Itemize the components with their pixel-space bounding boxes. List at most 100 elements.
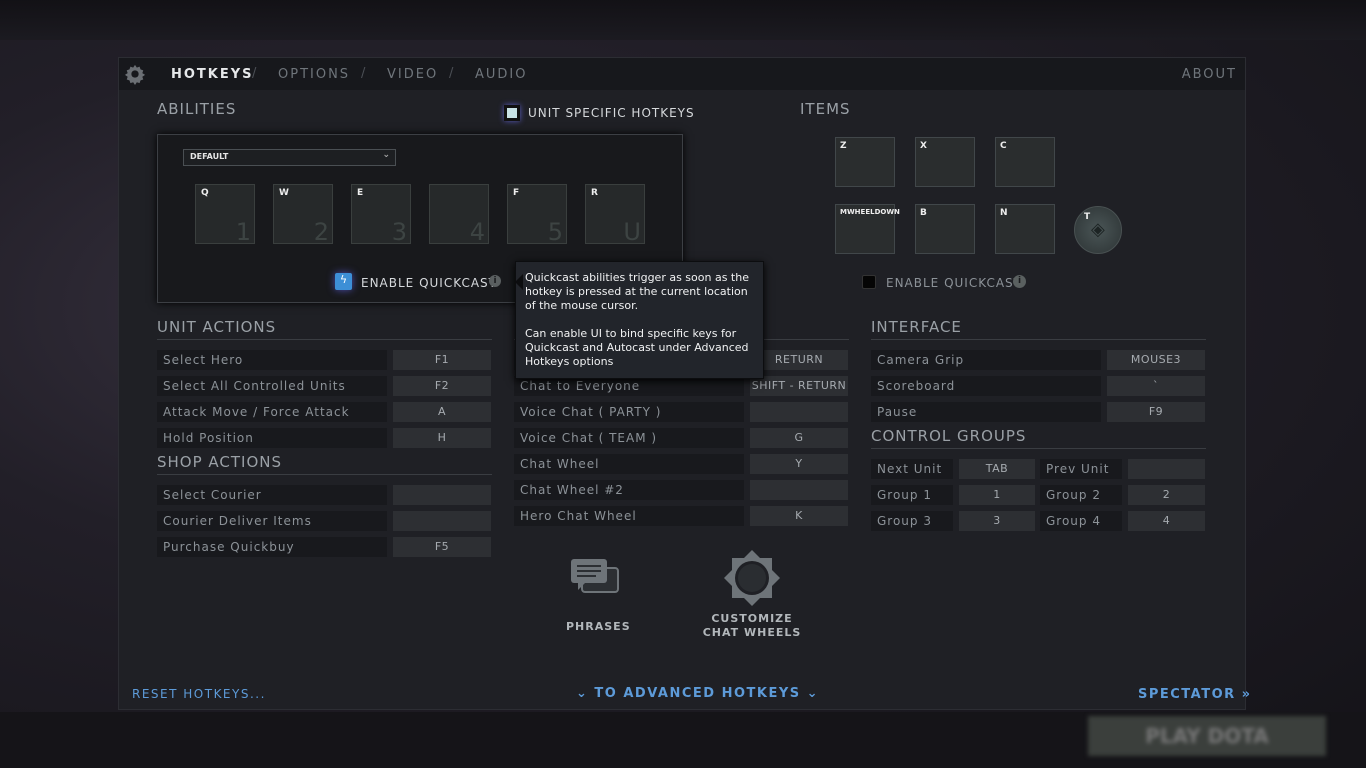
tab-video[interactable]: VIDEO xyxy=(387,67,438,82)
item-key: Z xyxy=(840,141,847,151)
hotkey-label: Group 2 xyxy=(1040,485,1122,505)
hero-dropdown[interactable]: DEFAULT ⌄ xyxy=(183,149,396,166)
item-slot[interactable]: Z xyxy=(835,137,895,187)
hotkey-binding[interactable]: Y xyxy=(750,454,848,474)
ability-slot[interactable]: W2 xyxy=(273,184,333,246)
chat-bubbles-icon xyxy=(571,559,619,593)
hotkey-binding[interactable]: SHIFT - RETURN xyxy=(750,376,848,396)
scroll-icon: ◈ xyxy=(1091,219,1105,240)
hotkey-binding[interactable]: K xyxy=(750,506,848,526)
ability-slot[interactable]: RU xyxy=(585,184,645,246)
about-link[interactable]: ABOUT xyxy=(1182,67,1237,82)
tab-options[interactable]: OPTIONS xyxy=(278,67,350,82)
hotkey-binding[interactable]: F2 xyxy=(393,376,491,396)
tab-separator: / xyxy=(252,66,257,81)
ability-slot[interactable]: 4 xyxy=(429,184,489,246)
hotkey-label: Pause xyxy=(871,402,1101,422)
customize-chat-wheels-button[interactable]: CUSTOMIZE CHAT WHEELS xyxy=(700,548,804,643)
spectator-link[interactable]: SPECTATOR » xyxy=(1138,687,1252,702)
divider xyxy=(157,339,492,340)
ability-slot[interactable]: F5 xyxy=(507,184,567,246)
hotkey-binding[interactable]: H xyxy=(393,428,491,448)
info-icon[interactable]: i xyxy=(1013,275,1026,288)
reset-hotkeys-link[interactable]: RESET HOTKEYS... xyxy=(132,687,266,701)
tooltip-text-1: Quickcast abilities trigger as soon as t… xyxy=(525,271,749,312)
ability-key: F xyxy=(513,188,520,198)
interface-title: INTERFACE xyxy=(871,318,962,336)
ability-number: U xyxy=(623,218,641,246)
advanced-hotkeys-link[interactable]: ⌄ TO ADVANCED HOTKEYS ⌄ xyxy=(576,686,819,701)
hotkey-label: Group 3 xyxy=(871,511,953,531)
chevron-down-icon: ⌄ xyxy=(576,686,595,701)
hotkey-label: Chat to Everyone xyxy=(514,376,744,396)
hotkey-label: Hero Chat Wheel xyxy=(514,506,744,526)
phrases-button[interactable]: PHRASES xyxy=(566,556,630,633)
hotkey-binding[interactable]: 1 xyxy=(959,485,1035,505)
item-key: MWHEELDOWN xyxy=(840,208,900,216)
hotkey-label: Select All Controlled Units xyxy=(157,376,387,396)
hotkey-binding[interactable]: A xyxy=(393,402,491,422)
customize-label: CUSTOMIZE CHAT WHEELS xyxy=(700,612,804,640)
hotkey-label: Attack Move / Force Attack xyxy=(157,402,387,422)
abilities-title: ABILITIES xyxy=(157,100,237,118)
item-key: B xyxy=(920,208,927,218)
hotkey-binding[interactable]: 3 xyxy=(959,511,1035,531)
hotkey-label: Scoreboard xyxy=(871,376,1101,396)
hotkey-binding[interactable]: 2 xyxy=(1128,485,1205,505)
customize-line-1: CUSTOMIZE xyxy=(711,612,793,625)
ability-number: 5 xyxy=(547,218,563,246)
tab-hotkeys[interactable]: HOTKEYS xyxy=(171,67,254,82)
tab-separator: / xyxy=(449,66,454,81)
hotkey-binding[interactable]: ` xyxy=(1107,376,1205,396)
divider xyxy=(871,339,1206,340)
control-groups-title: CONTROL GROUPS xyxy=(871,427,1027,445)
hotkey-binding[interactable]: F5 xyxy=(393,537,491,557)
tp-scroll-slot[interactable]: T ◈ xyxy=(1074,206,1122,254)
ability-number: 4 xyxy=(469,218,485,246)
unit-specific-label: UNIT SPECIFIC HOTKEYS xyxy=(528,106,695,120)
hotkey-label: Chat Wheel #2 xyxy=(514,480,744,500)
hotkey-binding[interactable]: MOUSE3 xyxy=(1107,350,1205,370)
ability-key: Q xyxy=(201,188,209,198)
tab-separator: / xyxy=(361,66,366,81)
tp-key: T xyxy=(1084,212,1091,222)
play-dota-button[interactable]: PLAY DOTA xyxy=(1088,716,1326,756)
items-quickcast-label: ENABLE QUICKCAST xyxy=(886,276,1022,290)
item-slot[interactable]: N xyxy=(995,204,1055,254)
quickcast-checkbox[interactable]: ϟ xyxy=(335,273,352,290)
hotkey-binding[interactable] xyxy=(393,485,491,505)
hotkey-binding[interactable]: RETURN xyxy=(750,350,848,370)
chevron-down-icon: ⌄ xyxy=(382,150,390,160)
hotkey-binding[interactable] xyxy=(393,511,491,531)
tab-audio[interactable]: AUDIO xyxy=(475,67,528,82)
hotkey-label: Purchase Quickbuy xyxy=(157,537,387,557)
chevron-down-icon: ⌄ xyxy=(800,686,820,701)
hotkey-binding[interactable] xyxy=(1128,459,1205,479)
item-slot[interactable]: C xyxy=(995,137,1055,187)
unit-specific-checkbox[interactable] xyxy=(504,105,520,121)
hotkey-binding[interactable]: F9 xyxy=(1107,402,1205,422)
ability-key: W xyxy=(279,188,289,198)
item-slot[interactable]: X xyxy=(915,137,975,187)
hotkey-label: Next Unit xyxy=(871,459,953,479)
hotkey-binding[interactable]: F1 xyxy=(393,350,491,370)
ability-number: 2 xyxy=(313,218,329,246)
info-icon[interactable]: i xyxy=(489,275,501,287)
gear-icon[interactable] xyxy=(123,63,147,85)
hotkey-binding[interactable] xyxy=(750,402,848,422)
hotkey-binding[interactable]: 4 xyxy=(1128,511,1205,531)
hotkey-binding[interactable]: G xyxy=(750,428,848,448)
item-key: C xyxy=(1000,141,1007,151)
tooltip-text-2: Can enable UI to bind specific keys for … xyxy=(525,327,749,368)
item-slot[interactable]: MWHEELDOWN xyxy=(835,204,900,254)
chat-wheel-icon xyxy=(724,550,780,606)
ability-slot[interactable]: E3 xyxy=(351,184,411,246)
hotkey-label: Courier Deliver Items xyxy=(157,511,387,531)
item-slot[interactable]: B xyxy=(915,204,975,254)
items-quickcast-checkbox[interactable] xyxy=(862,275,876,289)
settings-header: HOTKEYS / OPTIONS / VIDEO / AUDIO ABOUT xyxy=(119,58,1245,90)
hotkey-binding[interactable] xyxy=(750,480,848,500)
ability-slot[interactable]: Q1 xyxy=(195,184,255,246)
hotkey-binding[interactable]: TAB xyxy=(959,459,1035,479)
unit-actions-title: UNIT ACTIONS xyxy=(157,318,277,336)
